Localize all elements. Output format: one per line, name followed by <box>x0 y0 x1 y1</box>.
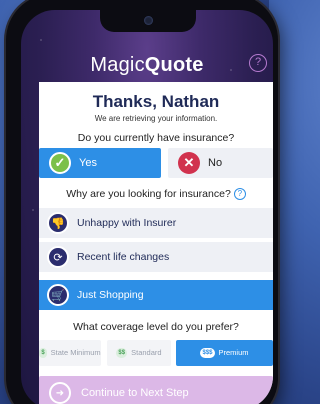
reason-question-row: Why are you looking for insurance?? <box>39 188 273 200</box>
continue-button[interactable]: ➜ Continue to Next Step <box>39 376 273 404</box>
arrow-right-icon: ➜ <box>49 382 71 404</box>
camera-icon <box>144 16 153 25</box>
shopping-cart-icon: 🛒 <box>47 284 69 306</box>
insurance-question-label: Do you currently have insurance? <box>77 132 235 144</box>
coverage-tag: $$$ <box>200 348 215 358</box>
reason-option-life-changes[interactable]: ⟳ Recent life changes <box>39 242 273 272</box>
app-screen: MagicQuote ? Thanks, Nathan We are retri… <box>21 10 273 404</box>
coverage-tag: $ <box>39 348 47 358</box>
coverage-option-premium[interactable]: $$$ Premium <box>176 340 273 366</box>
refresh-icon: ⟳ <box>47 246 69 268</box>
coverage-option-label: Premium <box>218 348 249 357</box>
phone-frame: MagicQuote ? Thanks, Nathan We are retri… <box>6 0 278 404</box>
reason-option-just-shopping[interactable]: 🛒 Just Shopping <box>39 280 273 310</box>
coverage-option-label: State Minimum <box>50 348 101 357</box>
reason-help-icon[interactable]: ? <box>233 188 246 200</box>
reason-question-label: Why are you looking for insurance? <box>66 188 231 200</box>
continue-label: Continue to Next Step <box>81 387 189 399</box>
logo-part-magic: Magic <box>90 54 145 76</box>
form-card: Thanks, Nathan We are retrieving your in… <box>39 82 273 404</box>
page-title: Thanks, Nathan <box>92 92 220 111</box>
no-label: No <box>208 157 223 169</box>
checkmark-icon: ✓ <box>49 152 71 174</box>
x-icon: ✕ <box>178 152 200 174</box>
phone-notch <box>100 10 196 32</box>
reason-option-label: Unhappy with Insurer <box>77 217 177 229</box>
app-logo: MagicQuote <box>21 54 273 77</box>
page-subtitle: We are retrieving your information. <box>94 114 218 123</box>
reason-option-label: Just Shopping <box>77 289 144 301</box>
yes-button[interactable]: ✓ Yes <box>39 148 161 178</box>
thumbs-down-icon: 👎 <box>47 212 69 234</box>
yes-label: Yes <box>79 157 97 169</box>
no-button[interactable]: ✕ No <box>168 148 273 178</box>
help-icon[interactable]: ? <box>249 54 267 72</box>
coverage-question-label: What coverage level do you prefer? <box>73 321 239 333</box>
reason-option-unhappy[interactable]: 👎 Unhappy with Insurer <box>39 208 273 238</box>
coverage-option-standard[interactable]: $$ Standard <box>107 340 171 366</box>
reason-option-label: Recent life changes <box>77 251 170 263</box>
coverage-option-state-minimum[interactable]: $ State Minimum <box>39 340 101 366</box>
logo-part-quote: Quote <box>144 54 204 76</box>
coverage-tag: $$ <box>116 348 128 358</box>
coverage-option-label: Standard <box>131 348 162 357</box>
